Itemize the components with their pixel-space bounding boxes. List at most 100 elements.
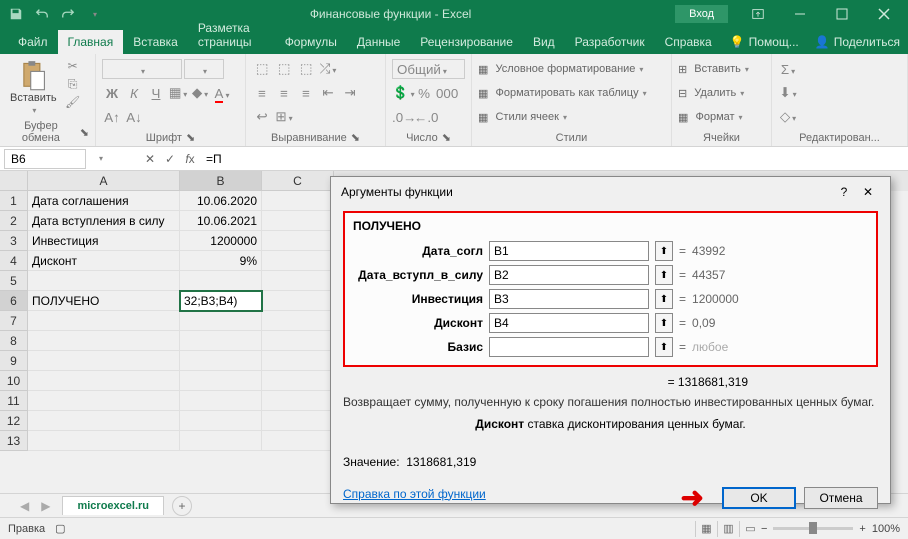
cell[interactable] bbox=[180, 351, 262, 371]
qat-customize-icon[interactable] bbox=[82, 2, 106, 26]
cell[interactable] bbox=[262, 371, 334, 391]
wrap-text-icon[interactable]: ↩ bbox=[252, 107, 272, 127]
sheet-tab[interactable]: microexcel.ru bbox=[62, 496, 164, 515]
sheet-nav-prev-icon[interactable]: ◀ bbox=[20, 499, 29, 513]
view-normal-icon[interactable]: ▦ bbox=[695, 521, 717, 537]
cell[interactable]: 1200000 bbox=[180, 231, 262, 251]
arg-input[interactable] bbox=[489, 337, 649, 357]
enter-formula-icon[interactable]: ✓ bbox=[160, 149, 180, 169]
cell-styles-button[interactable]: ▦ Стили ячеек bbox=[478, 106, 665, 128]
fill-icon[interactable]: ⬇ bbox=[778, 83, 798, 103]
share-button[interactable]: 👤Поделиться bbox=[807, 30, 908, 54]
cell[interactable] bbox=[28, 331, 180, 351]
dialog-launcher-icon[interactable]: ⬊ bbox=[351, 131, 360, 144]
cell[interactable] bbox=[262, 231, 334, 251]
align-center-icon[interactable]: ≡ bbox=[274, 83, 294, 103]
cell[interactable] bbox=[262, 251, 334, 271]
border-button[interactable]: ▦ bbox=[168, 83, 188, 103]
cell[interactable]: 32;B3;B4) bbox=[180, 291, 262, 311]
cell[interactable] bbox=[28, 351, 180, 371]
view-layout-icon[interactable]: ▥ bbox=[717, 521, 739, 537]
arg-input[interactable] bbox=[489, 265, 649, 285]
row-header[interactable]: 9 bbox=[0, 351, 28, 371]
tab-layout[interactable]: Разметка страницы bbox=[188, 16, 275, 54]
cell[interactable]: Дата вступления в силу bbox=[28, 211, 180, 231]
zoom-level[interactable]: 100% bbox=[872, 523, 900, 535]
zoom-in-icon[interactable]: + bbox=[859, 523, 865, 535]
row-header[interactable]: 1 bbox=[0, 191, 28, 211]
increase-font-icon[interactable]: A↑ bbox=[102, 107, 122, 127]
cell[interactable] bbox=[180, 371, 262, 391]
font-color-button[interactable]: А bbox=[212, 83, 232, 103]
tab-insert[interactable]: Вставка bbox=[123, 30, 188, 54]
range-selector-icon[interactable]: ⬆ bbox=[655, 265, 673, 285]
fx-icon[interactable]: fx bbox=[180, 149, 200, 169]
font-select[interactable] bbox=[102, 59, 182, 79]
cell[interactable] bbox=[28, 411, 180, 431]
bold-button[interactable]: Ж bbox=[102, 83, 122, 103]
col-header[interactable]: A bbox=[28, 171, 180, 191]
arg-input[interactable] bbox=[489, 289, 649, 309]
autosum-icon[interactable]: Σ bbox=[778, 59, 798, 79]
indent-dec-icon[interactable]: ⇤ bbox=[318, 83, 338, 103]
range-selector-icon[interactable]: ⬆ bbox=[655, 289, 673, 309]
range-selector-icon[interactable]: ⬆ bbox=[655, 337, 673, 357]
tab-developer[interactable]: Разработчик bbox=[565, 30, 655, 54]
cut-icon[interactable]: ✂ bbox=[65, 58, 81, 74]
font-size-select[interactable] bbox=[184, 59, 224, 79]
row-header[interactable]: 4 bbox=[0, 251, 28, 271]
function-help-link[interactable]: Справка по этой функции bbox=[343, 487, 486, 501]
italic-button[interactable]: К bbox=[124, 83, 144, 103]
percent-icon[interactable]: % bbox=[414, 83, 434, 103]
row-header[interactable]: 5 bbox=[0, 271, 28, 291]
name-box-dropdown[interactable] bbox=[90, 149, 110, 169]
tab-formulas[interactable]: Формулы bbox=[275, 30, 347, 54]
view-pagebreak-icon[interactable]: ▭ bbox=[739, 521, 761, 537]
cell[interactable] bbox=[262, 411, 334, 431]
cell[interactable] bbox=[180, 411, 262, 431]
fill-color-button[interactable]: ◆ bbox=[190, 83, 210, 103]
dialog-launcher-icon[interactable]: ⬊ bbox=[442, 131, 451, 144]
cell[interactable] bbox=[180, 331, 262, 351]
align-top-icon[interactable]: ⬚ bbox=[252, 59, 272, 79]
format-cells-button[interactable]: ▦ Формат bbox=[678, 106, 765, 128]
select-all-corner[interactable] bbox=[0, 171, 28, 191]
login-button[interactable]: Вход bbox=[675, 5, 728, 23]
arg-input[interactable] bbox=[489, 313, 649, 333]
dialog-launcher-icon[interactable]: ⬊ bbox=[80, 126, 89, 139]
decrease-font-icon[interactable]: A↓ bbox=[124, 107, 144, 127]
align-left-icon[interactable]: ≡ bbox=[252, 83, 272, 103]
delete-cells-button[interactable]: ⊟ Удалить bbox=[678, 82, 765, 104]
tell-me[interactable]: 💡Помощ... bbox=[722, 30, 807, 54]
cell[interactable] bbox=[180, 311, 262, 331]
align-middle-icon[interactable]: ⬚ bbox=[274, 59, 294, 79]
zoom-out-icon[interactable]: − bbox=[761, 523, 767, 535]
dialog-launcher-icon[interactable]: ⬊ bbox=[186, 131, 195, 144]
number-format-select[interactable]: Общий bbox=[392, 59, 465, 79]
formula-input[interactable] bbox=[200, 150, 908, 168]
clear-icon[interactable]: ◇ bbox=[778, 107, 798, 127]
cell[interactable] bbox=[28, 371, 180, 391]
cell[interactable]: 10.06.2020 bbox=[180, 191, 262, 211]
cell[interactable]: 9% bbox=[180, 251, 262, 271]
cell[interactable]: ПОЛУЧЕНО bbox=[28, 291, 180, 311]
row-header[interactable]: 11 bbox=[0, 391, 28, 411]
align-bottom-icon[interactable]: ⬚ bbox=[296, 59, 316, 79]
cell[interactable] bbox=[28, 431, 180, 451]
sheet-nav-next-icon[interactable]: ▶ bbox=[41, 499, 50, 513]
cell[interactable] bbox=[180, 271, 262, 291]
copy-icon[interactable]: ⎘ bbox=[65, 76, 81, 92]
tab-data[interactable]: Данные bbox=[347, 30, 410, 54]
cancel-formula-icon[interactable]: ✕ bbox=[140, 149, 160, 169]
tab-view[interactable]: Вид bbox=[523, 30, 565, 54]
row-header[interactable]: 6 bbox=[0, 291, 28, 311]
decrease-decimal-icon[interactable]: ←.0 bbox=[414, 107, 434, 127]
cell[interactable] bbox=[28, 391, 180, 411]
col-header[interactable]: B bbox=[180, 171, 262, 191]
row-header[interactable]: 7 bbox=[0, 311, 28, 331]
row-header[interactable]: 3 bbox=[0, 231, 28, 251]
tab-home[interactable]: Главная bbox=[58, 30, 124, 54]
cell[interactable] bbox=[262, 291, 334, 311]
conditional-formatting-button[interactable]: ▦ Условное форматирование bbox=[478, 58, 665, 80]
save-icon[interactable] bbox=[4, 2, 28, 26]
